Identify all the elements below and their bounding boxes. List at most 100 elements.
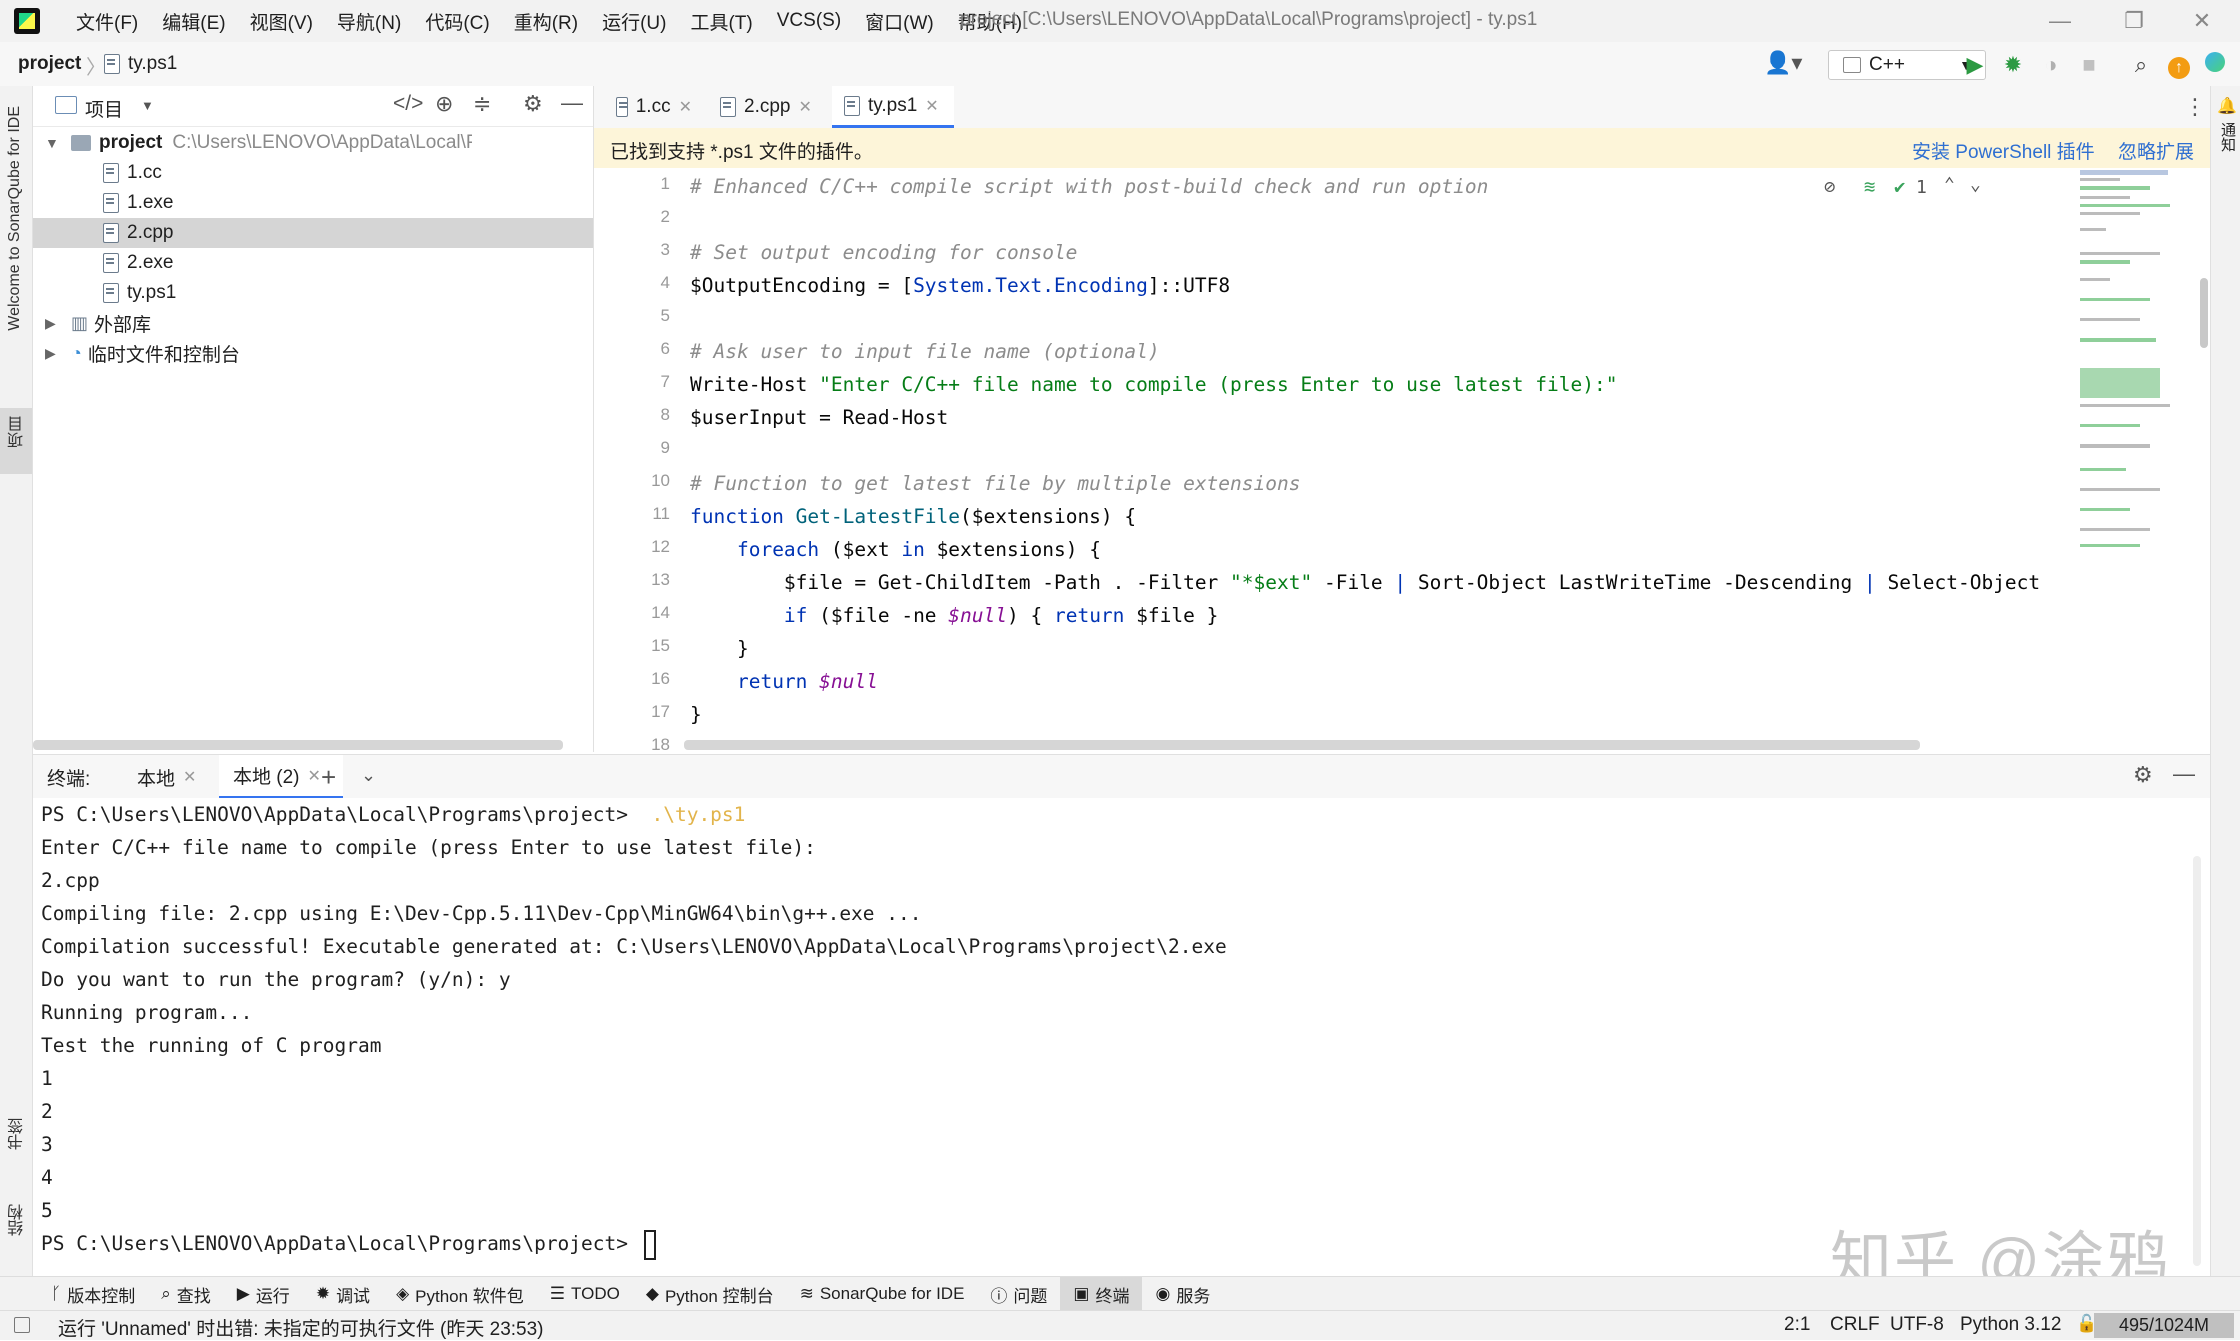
tab-2cpp[interactable]: 2.cpp ✕ [708,86,828,128]
tree-file-2exe[interactable]: 2.exe [33,248,593,278]
toolwin-python-console[interactable]: ◆ Python 控制台 [633,1277,787,1311]
editor-horizontal-scrollbar[interactable] [684,740,1920,750]
code-line-13: $file = Get-ChildItem -Path . -Filter "*… [690,571,2041,594]
code-line-11: function Get-LatestFile($extensions) { [690,505,1137,528]
toolwin-find[interactable]: ⌕ 查找 [148,1277,224,1311]
bookmarks-stripe-button[interactable]: 书签 [6,1118,30,1150]
breadcrumb-file[interactable]: ty.ps1 [104,53,177,75]
close-icon[interactable]: ✕ [308,766,321,786]
terminal-prompt: PS C:\Users\LENOVO\AppData\Local\Program… [41,1232,628,1255]
sonarqube-stripe-button[interactable]: Welcome to SonarQube for IDE [6,106,24,331]
tab-1cc[interactable]: 1.cc ✕ [604,86,704,128]
terminal-tab-local[interactable]: 本地 ✕ [123,755,213,799]
plugin-logo-icon[interactable] [2200,50,2230,80]
inspection-count[interactable]: 1 [1916,177,1927,198]
close-icon[interactable]: ✕ [183,767,196,787]
toolwin-python-packages[interactable]: ◈ Python 软件包 [383,1277,537,1311]
menu-edit[interactable]: 编辑(E) [150,8,237,35]
search-icon[interactable]: ⌕ [2126,50,2156,80]
chevron-down-icon[interactable]: ⌄ [361,765,376,786]
structure-stripe-button[interactable]: 结构 [6,1204,30,1236]
chevron-down-icon[interactable]: ▼ [141,98,154,113]
menu-view[interactable]: 视图(V) [238,8,325,35]
caret-position[interactable]: 2:1 [1784,1314,1810,1336]
toolwin-version-control[interactable]: ᚴ 版本控制 [38,1277,148,1311]
terminal-scrollbar[interactable] [2193,856,2201,1266]
status-message[interactable]: 运行 'Unnamed' 时出错: 未指定的可执行文件 (昨天 23:53) [58,1314,544,1341]
project-panel-title[interactable]: 项目 [85,95,123,122]
tab-typs1[interactable]: ty.ps1 ✕ [832,86,954,128]
toolwin-todo[interactable]: ☰ TODO [537,1277,633,1311]
chevron-down-icon[interactable]: ▼ [45,135,65,151]
horizontal-scrollbar[interactable] [33,740,563,750]
pycharm-logo-icon[interactable] [14,8,40,34]
more-options-icon[interactable]: ⋮ [2184,94,2206,120]
debug-icon[interactable]: ✹ [1998,50,2028,80]
new-tab-icon[interactable]: + [321,762,336,793]
tree-file-1exe[interactable]: 1.exe [33,188,593,218]
gear-icon[interactable]: ⚙ [2133,762,2153,788]
inspection-ok-icon[interactable]: ✔ [1894,176,1905,198]
tree-file-typs1[interactable]: ty.ps1 [33,278,593,308]
close-window-icon[interactable]: ✕ [2172,6,2232,36]
menu-code[interactable]: 代码(C) [413,8,501,35]
code-minimap[interactable] [2076,168,2210,752]
menu-vcs[interactable]: VCS(S) [765,10,853,32]
user-account-icon[interactable]: 👤▾ [1764,50,1802,76]
stop-icon[interactable]: ■ [2074,50,2104,80]
menu-refactor[interactable]: 重构(R) [502,8,590,35]
toolwin-debug[interactable]: ✹ 调试 [303,1277,383,1311]
collapse-all-icon[interactable]: ≑ [473,91,491,117]
ignore-extension-link[interactable]: 忽略扩展 [2118,137,2194,164]
next-highlight-icon[interactable]: ⌄ [1970,174,1981,195]
chevron-right-icon[interactable]: ▶ [45,345,65,362]
line-separator[interactable]: CRLF [1830,1314,1880,1336]
bell-icon[interactable]: 🔔 [2217,96,2237,116]
reader-mode-icon[interactable]: ⊘ [1824,176,1835,198]
hide-panel-icon[interactable]: — [2173,761,2195,787]
toolwin-terminal[interactable]: ▣ 终端 [1060,1277,1143,1311]
code-view-icon[interactable]: </> [393,92,423,116]
tree-root-project[interactable]: ▼ project C:\Users\LENOVO\AppData\Local\… [33,128,593,158]
memory-indicator[interactable]: 495/1024M [2094,1313,2234,1338]
update-icon[interactable]: ↑ [2164,50,2194,80]
menu-bar: 文件(F) 编辑(E) 视图(V) 导航(N) 代码(C) 重构(R) 运行(U… [64,0,1034,42]
previous-highlight-icon[interactable]: ⌃ [1944,174,1955,195]
menu-run[interactable]: 运行(U) [590,8,678,35]
tree-file-2cpp[interactable]: 2.cpp [33,218,593,248]
close-icon[interactable]: ✕ [679,97,692,117]
menu-window[interactable]: 窗口(W) [853,8,946,35]
chevron-right-icon[interactable]: ▶ [45,315,65,332]
menu-file[interactable]: 文件(F) [64,8,150,35]
project-stripe-button[interactable]: 项目 [6,416,30,448]
ai-assist-icon[interactable]: ≋ [1864,176,1875,198]
tree-scratches[interactable]: ▶ ◔ 临时文件和控制台 [33,338,593,368]
toolwin-problems[interactable]: ⓘ 问题 [977,1277,1060,1311]
code-editor[interactable]: # Enhanced C/C++ compile script with pos… [684,168,2076,752]
menu-navigate[interactable]: 导航(N) [325,8,413,35]
gear-icon[interactable]: ⚙ [523,91,543,117]
tree-external-libraries[interactable]: ▶ ▥ 外部库 [33,308,593,338]
vertical-scrollbar[interactable] [2200,278,2208,348]
close-icon[interactable]: ✕ [798,97,811,117]
notifications-stripe-button[interactable]: 通知 [2217,122,2238,152]
locate-icon[interactable]: ⊕ [435,91,453,117]
close-icon[interactable]: ✕ [925,96,938,116]
minimize-icon[interactable]: — [2030,6,2090,36]
hide-panel-icon[interactable]: — [561,90,583,116]
toolwin-services[interactable]: ◉ 服务 [1142,1277,1223,1311]
terminal-icon: ▣ [1073,1284,1090,1303]
install-plugin-link[interactable]: 安装 PowerShell 插件 [1912,137,2095,164]
menu-tools[interactable]: 工具(T) [678,8,764,35]
toolwin-run[interactable]: ▶ 运行 [224,1277,303,1311]
file-encoding[interactable]: UTF-8 [1890,1314,1944,1336]
python-interpreter[interactable]: Python 3.12 [1960,1314,2061,1336]
breadcrumb-project[interactable]: project [18,53,81,75]
toggle-tool-windows-icon[interactable] [14,1317,30,1333]
toolwin-sonarqube[interactable]: ≋ SonarQube for IDE [787,1277,978,1311]
tree-file-1cc[interactable]: 1.cc [33,158,593,188]
restore-icon[interactable]: ❐ [2104,6,2164,36]
coverage-icon[interactable]: ◑ [2036,50,2066,80]
run-icon[interactable]: ▶ [1960,50,1990,80]
terminal-output[interactable]: PS C:\Users\LENOVO\AppData\Local\Program… [33,798,2210,1274]
